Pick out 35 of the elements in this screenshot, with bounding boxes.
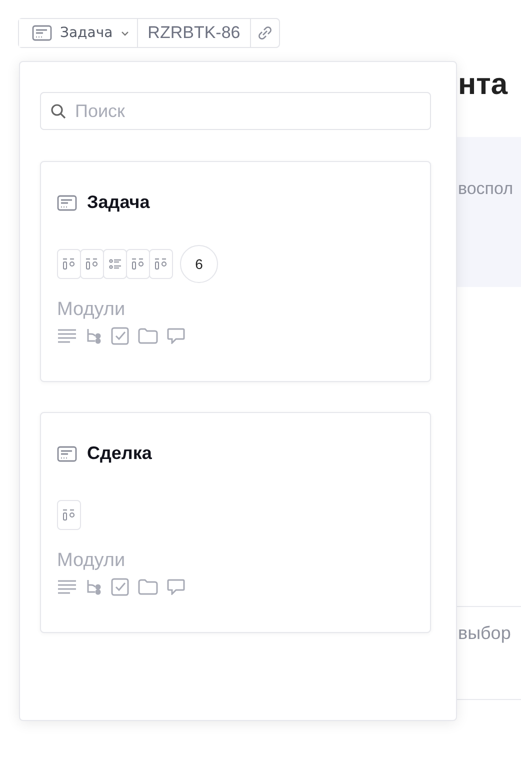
checkbox-icon — [111, 578, 129, 596]
document-icon — [57, 446, 77, 462]
branch-icon — [86, 328, 102, 344]
field-icon — [62, 258, 76, 270]
text-lines-icon — [57, 328, 77, 344]
row-text: выбор — [457, 623, 512, 644]
modules-label: Модули — [57, 550, 126, 572]
card-title: Задача — [87, 192, 150, 213]
type-button[interactable]: Задача — [19, 19, 138, 47]
field-icon — [62, 509, 76, 521]
task-key: RZRBTK-86 — [138, 19, 252, 47]
folder-icon — [138, 328, 158, 344]
search-icon — [50, 103, 66, 119]
comment-icon — [167, 579, 185, 595]
checkbox-icon — [111, 327, 129, 345]
list-icon — [108, 258, 122, 270]
folder-icon — [138, 579, 158, 595]
field-icon — [131, 258, 145, 270]
page-heading: нта — [458, 68, 508, 102]
type-card[interactable]: Сделка Модули — [40, 412, 431, 633]
document-icon — [57, 194, 77, 210]
chevron-down-icon — [120, 30, 129, 36]
branch-icon — [86, 579, 102, 595]
count-badge: 6 — [180, 245, 218, 283]
banner-text: воспол — [457, 179, 514, 199]
modules-label: Модули — [57, 299, 126, 321]
text-lines-icon — [57, 579, 77, 595]
link-icon — [257, 25, 274, 41]
search-field[interactable]: Поиск — [40, 92, 431, 130]
field-icon — [85, 258, 99, 270]
type-card[interactable]: Задача 6 Модули — [40, 161, 431, 382]
comment-icon — [167, 328, 185, 344]
document-icon — [32, 25, 52, 41]
card-title: Сделка — [87, 443, 152, 464]
field-icon — [154, 258, 168, 270]
